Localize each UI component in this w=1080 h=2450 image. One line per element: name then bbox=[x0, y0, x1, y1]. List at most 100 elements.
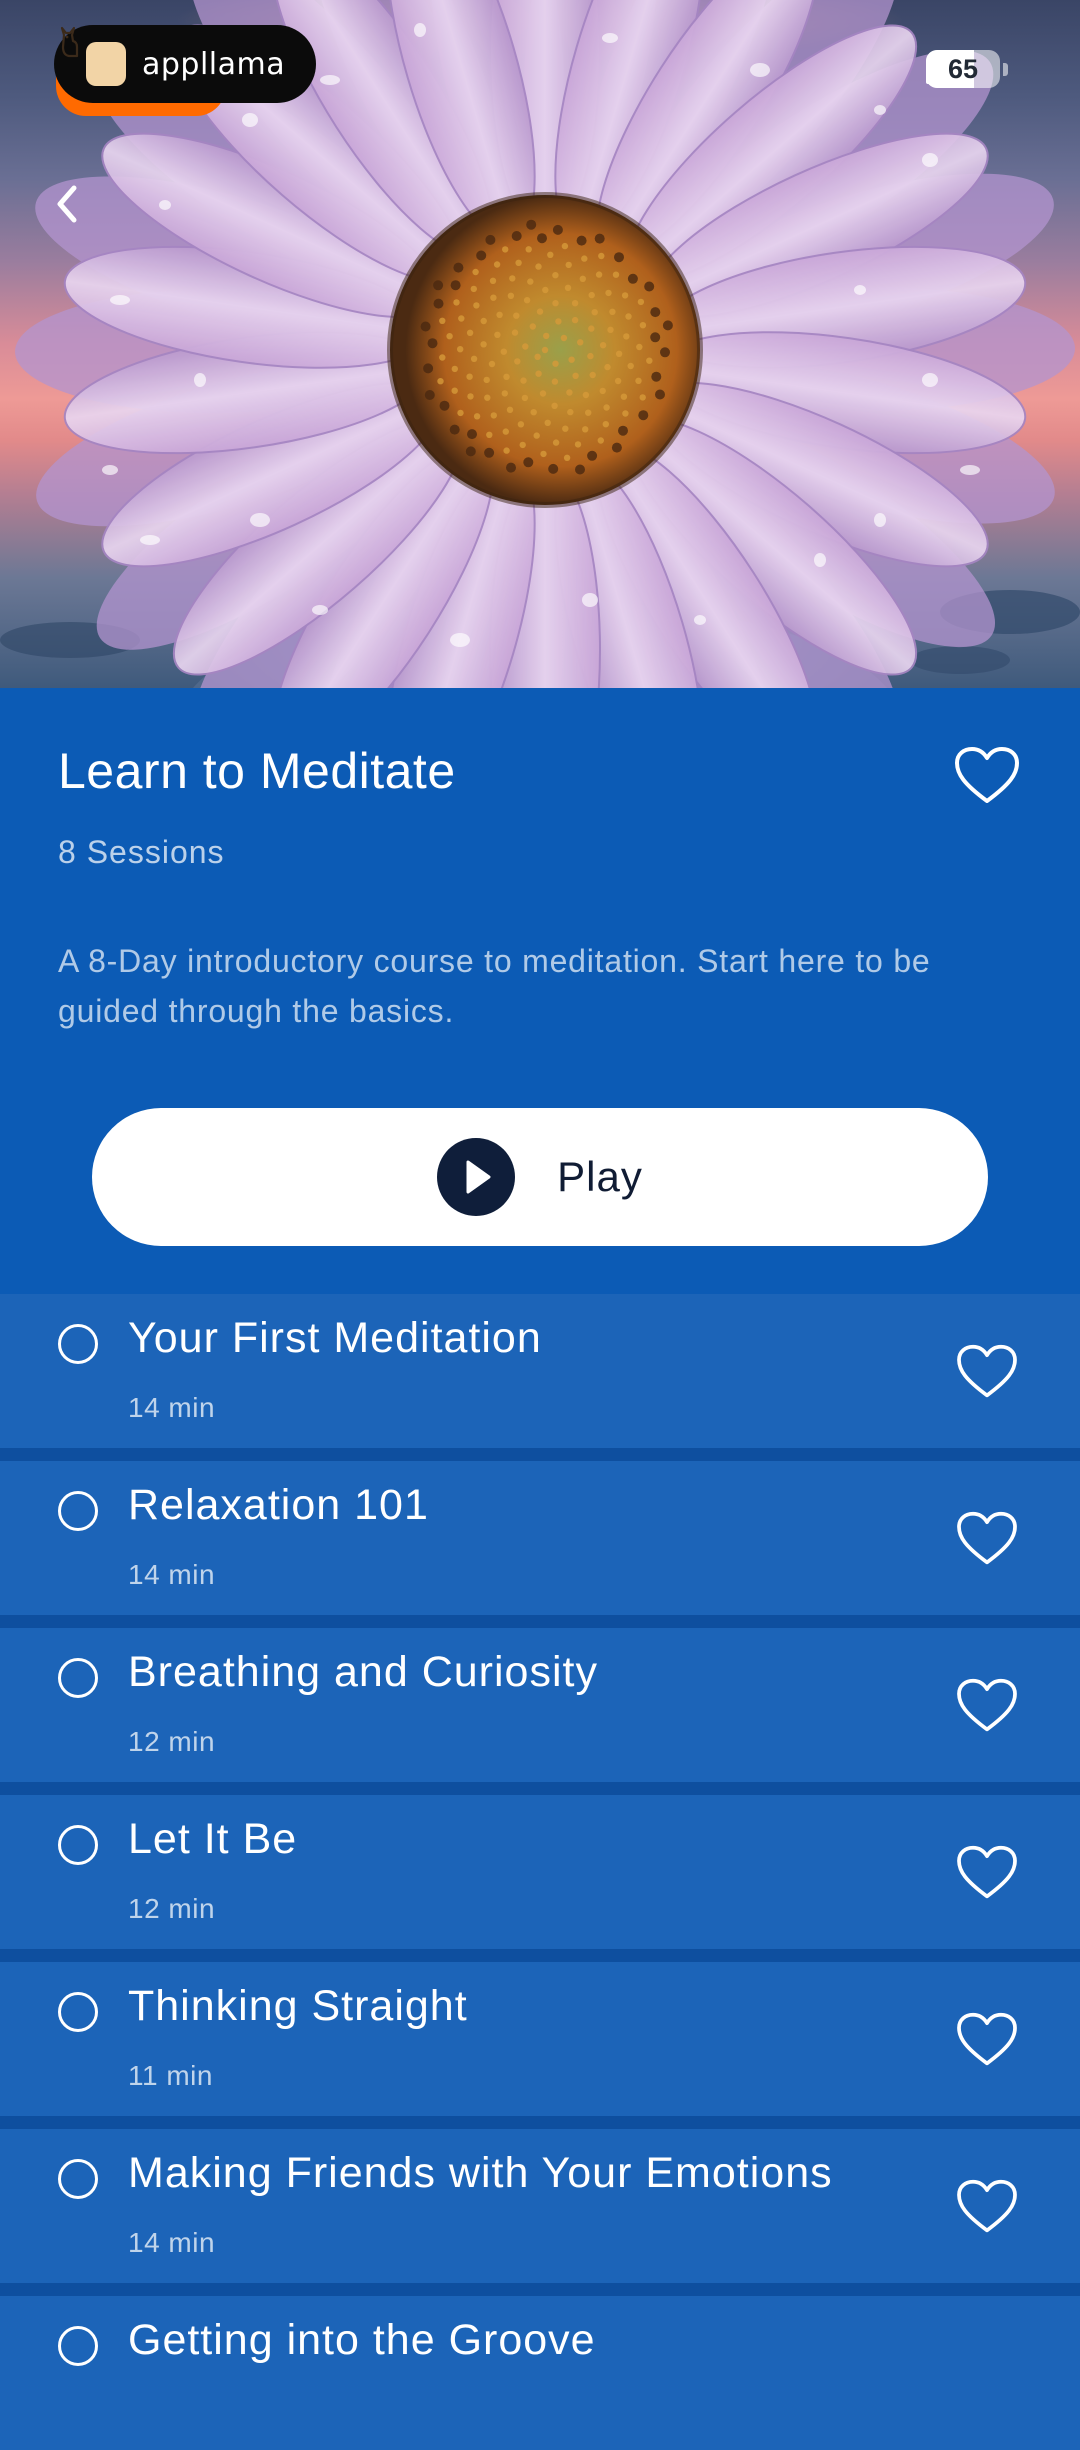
seed bbox=[552, 300, 559, 307]
session-row[interactable]: Thinking Straight 11 min bbox=[0, 1962, 1080, 2116]
seed bbox=[614, 252, 624, 263]
seed bbox=[439, 317, 446, 324]
seed bbox=[451, 387, 458, 394]
seed bbox=[622, 410, 629, 417]
seed bbox=[450, 280, 461, 291]
seed bbox=[627, 273, 638, 284]
session-row[interactable]: Getting into the Groove bbox=[0, 2296, 1080, 2450]
seed bbox=[470, 285, 477, 293]
seed bbox=[506, 406, 514, 413]
seed bbox=[535, 263, 542, 270]
seed bbox=[650, 332, 661, 343]
seed bbox=[605, 289, 612, 297]
seed bbox=[457, 346, 464, 353]
seed bbox=[587, 352, 594, 360]
battery-cap bbox=[1003, 62, 1008, 76]
back-button[interactable] bbox=[52, 182, 102, 232]
seed bbox=[513, 312, 520, 319]
seed bbox=[511, 329, 519, 336]
seed bbox=[527, 278, 534, 285]
session-duration: 12 min bbox=[128, 1893, 216, 1924]
seed bbox=[502, 246, 509, 253]
seed bbox=[420, 321, 431, 332]
course-description: A 8-Day introductory course to meditatio… bbox=[58, 943, 931, 1029]
seed bbox=[588, 325, 595, 332]
session-check-circle-icon[interactable] bbox=[58, 1324, 98, 1364]
seed bbox=[472, 268, 479, 276]
seed bbox=[547, 251, 554, 258]
seed bbox=[533, 432, 540, 439]
seed bbox=[575, 464, 585, 475]
seed bbox=[595, 271, 603, 278]
seed bbox=[552, 224, 563, 235]
seed bbox=[470, 355, 478, 362]
seed bbox=[473, 413, 481, 420]
favorite-session-button[interactable] bbox=[956, 1678, 1018, 1734]
heart-outline-icon bbox=[957, 2012, 1017, 2066]
seed bbox=[655, 389, 665, 400]
seed bbox=[501, 390, 508, 397]
session-title: Your First Meditation bbox=[128, 1314, 542, 1362]
play-button[interactable]: Play bbox=[92, 1108, 988, 1246]
seed bbox=[543, 332, 550, 340]
session-row[interactable]: Making Friends with Your Emotions 14 min bbox=[0, 2129, 1080, 2283]
favorite-session-button[interactable] bbox=[956, 2012, 1018, 2068]
seed bbox=[623, 333, 630, 340]
favorite-session-button[interactable] bbox=[956, 2179, 1018, 2235]
seed bbox=[627, 362, 634, 370]
water-drop bbox=[854, 285, 866, 295]
seed bbox=[544, 419, 551, 426]
session-check-circle-icon[interactable] bbox=[58, 2159, 98, 2199]
session-row[interactable]: Relaxation 101 14 min bbox=[0, 1461, 1080, 1615]
session-check-circle-icon[interactable] bbox=[58, 1825, 98, 1865]
seed bbox=[509, 275, 516, 282]
seed bbox=[480, 317, 487, 325]
seed bbox=[503, 447, 510, 454]
session-check-circle-icon[interactable] bbox=[58, 1658, 98, 1698]
seed bbox=[489, 277, 497, 284]
seed bbox=[581, 255, 588, 262]
play-label: Play bbox=[557, 1153, 643, 1200]
seed bbox=[582, 391, 590, 399]
seed bbox=[539, 390, 547, 397]
seed bbox=[614, 377, 622, 385]
seed bbox=[424, 390, 435, 400]
seed bbox=[439, 354, 446, 361]
session-check-circle-icon[interactable] bbox=[58, 2326, 98, 2366]
seed bbox=[453, 262, 464, 273]
seed bbox=[567, 408, 574, 416]
seed bbox=[466, 373, 473, 380]
seed bbox=[591, 309, 598, 316]
seed bbox=[639, 322, 647, 329]
seed bbox=[502, 428, 509, 435]
seed bbox=[615, 350, 623, 357]
session-row[interactable]: Let It Be 12 min bbox=[0, 1795, 1080, 1949]
water-drop bbox=[960, 465, 980, 475]
favorite-session-button[interactable] bbox=[956, 1511, 1018, 1567]
seed bbox=[541, 346, 549, 354]
favorite-course-button[interactable] bbox=[954, 746, 1020, 806]
seed bbox=[563, 454, 571, 461]
seed bbox=[566, 389, 573, 396]
seed bbox=[636, 343, 643, 351]
session-row[interactable]: Breathing and Curiosity 12 min bbox=[0, 1628, 1080, 1782]
water-drop bbox=[312, 605, 328, 615]
water-drop bbox=[582, 593, 598, 607]
favorite-session-button[interactable] bbox=[956, 1845, 1018, 1901]
session-duration: 14 min bbox=[128, 1392, 216, 1423]
seed bbox=[571, 316, 579, 324]
seed bbox=[503, 373, 510, 380]
session-row[interactable]: Your First Meditation 14 min bbox=[0, 1294, 1080, 1448]
session-check-circle-icon[interactable] bbox=[58, 1491, 98, 1531]
seed bbox=[484, 447, 495, 458]
seed bbox=[576, 235, 587, 246]
seed bbox=[449, 424, 460, 435]
favorite-session-button[interactable] bbox=[956, 1344, 1018, 1400]
seed bbox=[486, 431, 493, 438]
seed bbox=[423, 363, 434, 374]
seed bbox=[466, 329, 474, 336]
seed bbox=[453, 299, 460, 306]
course-info: Learn to Meditate 8 Sessions A 8-Day int… bbox=[0, 688, 1080, 1294]
seed bbox=[564, 284, 572, 291]
session-check-circle-icon[interactable] bbox=[58, 1992, 98, 2032]
